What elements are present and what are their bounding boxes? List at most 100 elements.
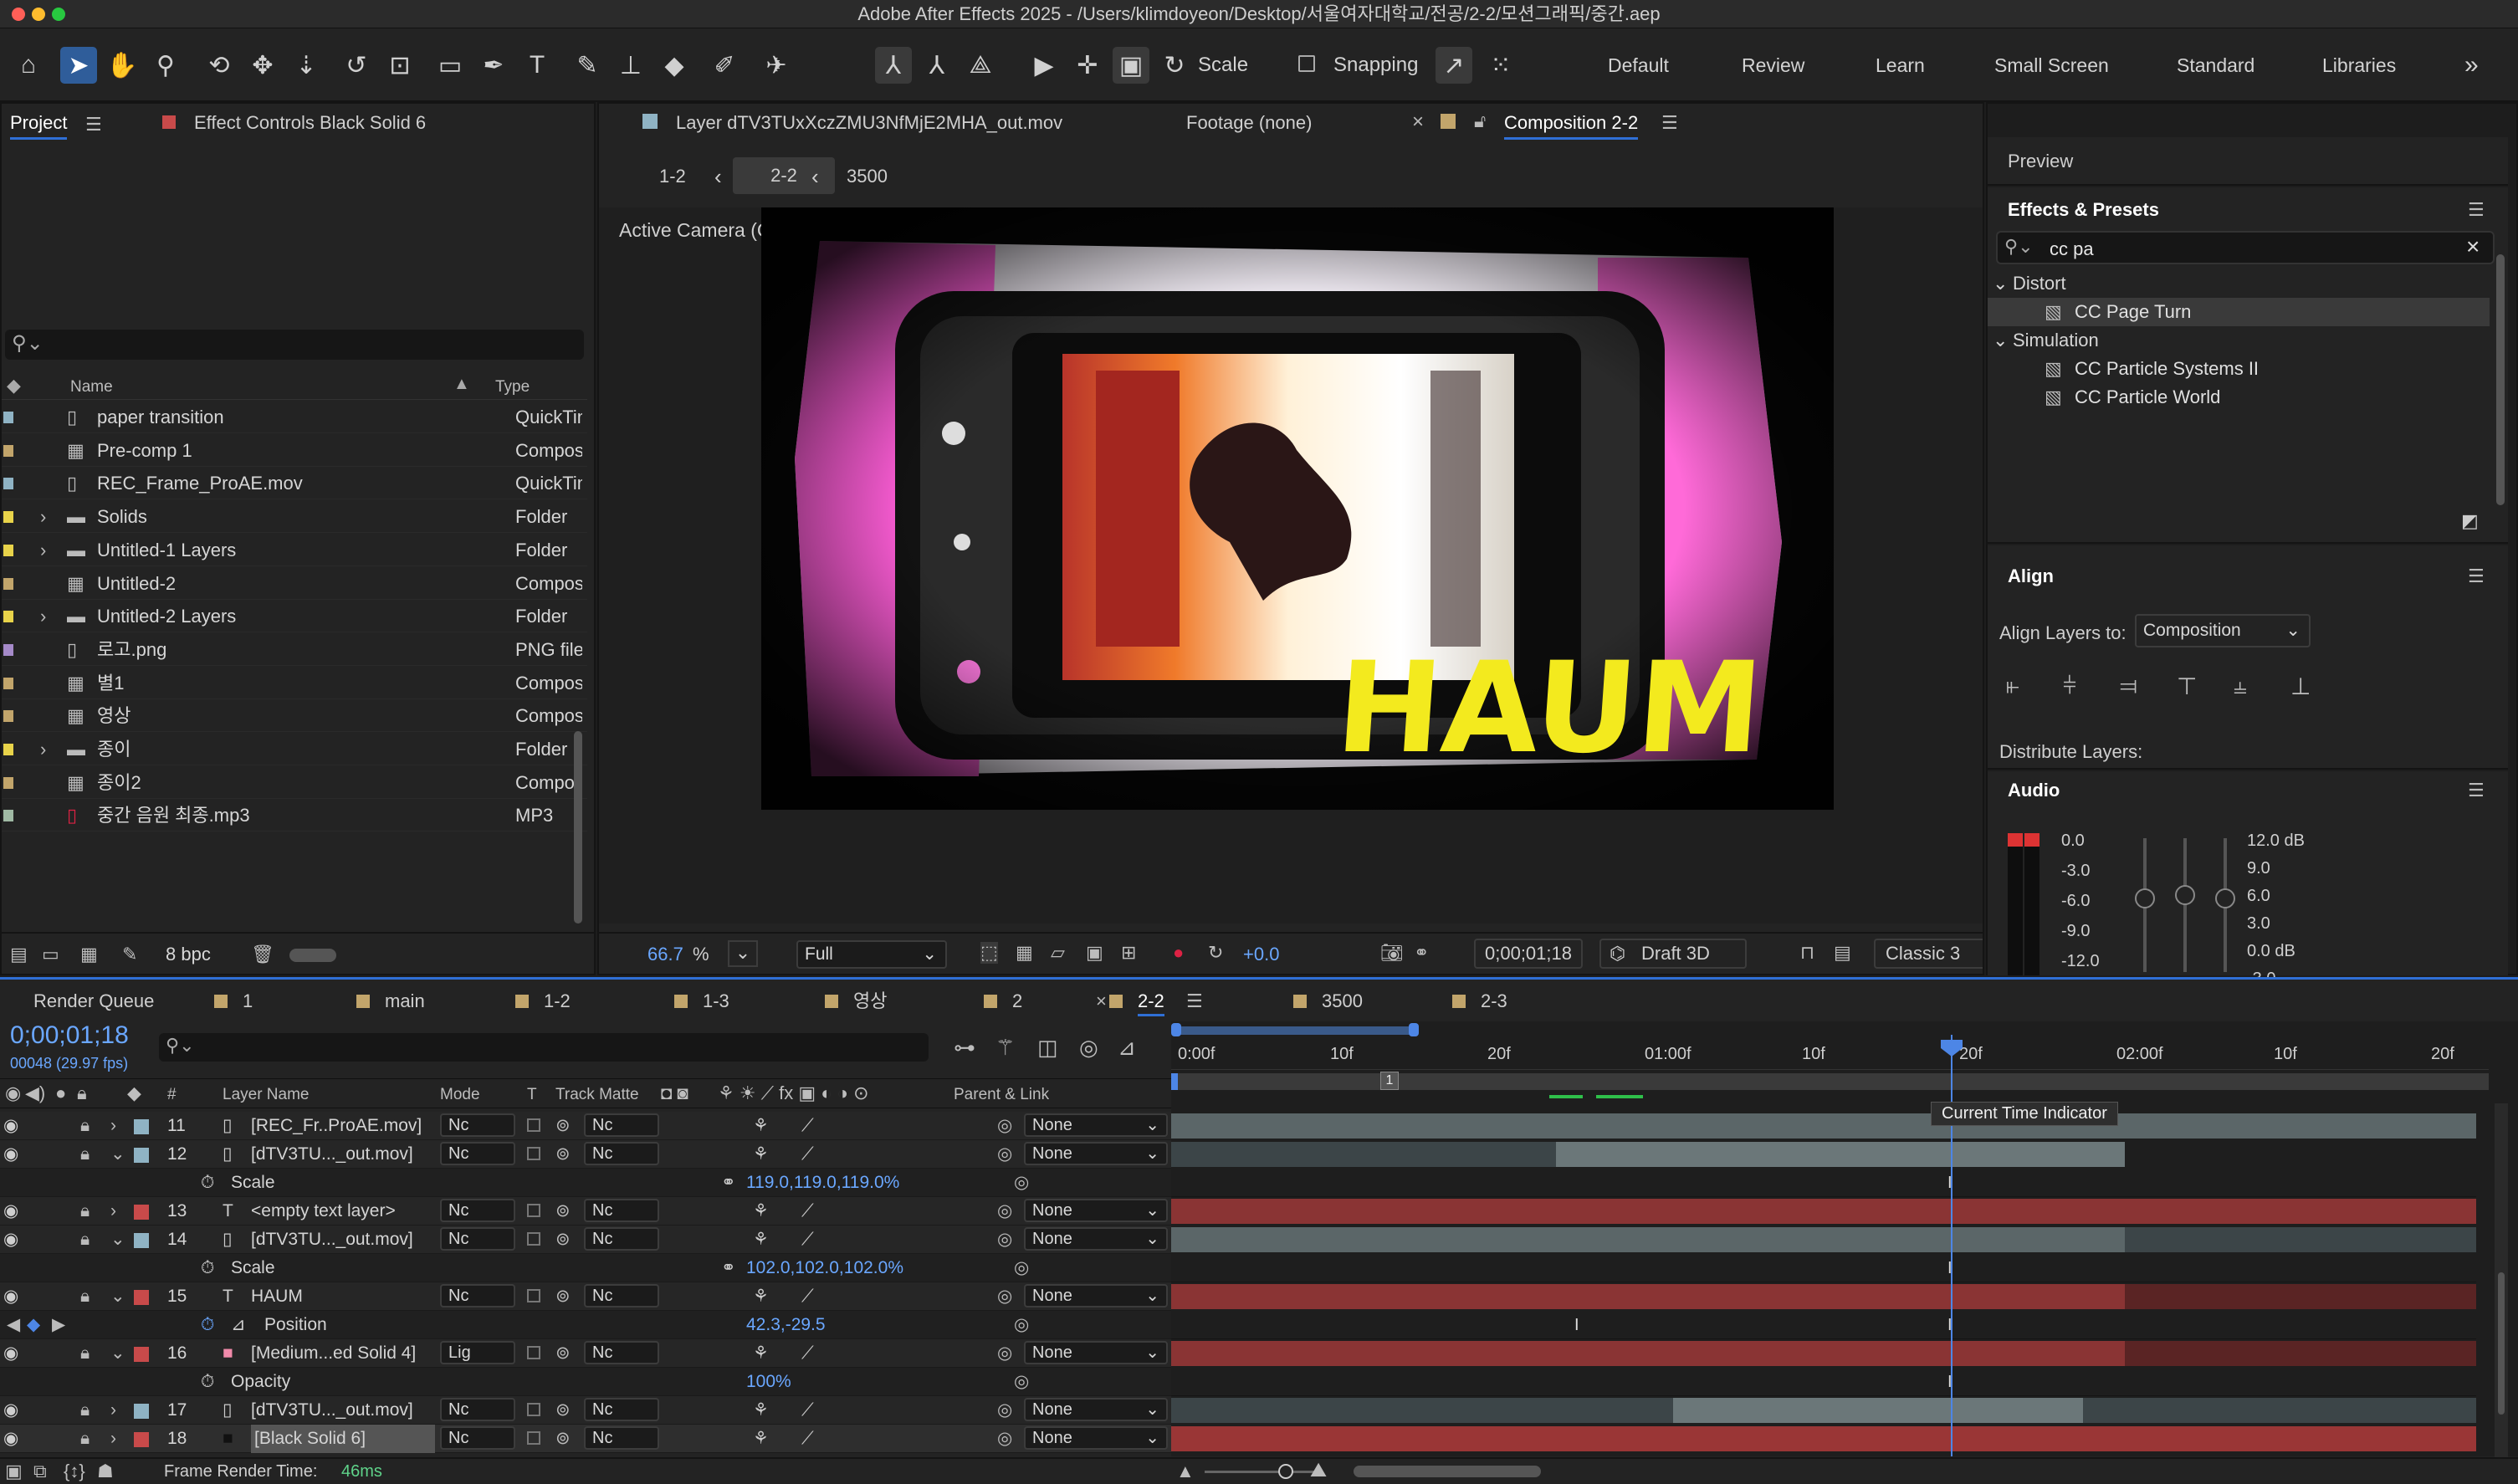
lock-icon[interactable]: 🔒︎: [80, 1282, 90, 1311]
parent-dropdown[interactable]: None ⌄: [1024, 1398, 1168, 1421]
constrain-proportions-icon[interactable]: ⚭: [721, 1254, 736, 1282]
pick-whip-icon[interactable]: ◎: [997, 1282, 1012, 1311]
draft-3d-toggle-icon[interactable]: ⚚: [995, 1035, 1015, 1061]
lock-icon[interactable]: 🔒︎: [80, 1140, 90, 1169]
layer-duration-bar[interactable]: [2125, 1341, 2476, 1366]
tab-3[interactable]: 1-2: [515, 986, 571, 1016]
layer-duration-bar[interactable]: [1171, 1284, 2125, 1309]
list-item[interactable]: ▦ 종이2 Compos: [2, 767, 587, 799]
track-matte-dropdown[interactable]: Nc: [584, 1398, 659, 1421]
trash-icon[interactable]: 🗑: [251, 944, 274, 965]
preserve-transparency-checkbox[interactable]: [527, 1147, 540, 1160]
move-gizmo-icon[interactable]: ▶: [1026, 47, 1062, 84]
zoom-tool-icon[interactable]: ⚲: [147, 47, 184, 84]
track-matte-link-icon[interactable]: ⊚: [555, 1425, 571, 1453]
property-value[interactable]: 102.0,102.0,102.0%: [746, 1254, 903, 1282]
close-window-button[interactable]: [12, 8, 25, 21]
zoom-dropdown-icon[interactable]: ⌄: [728, 940, 758, 967]
layer-label-color[interactable]: [134, 1148, 149, 1163]
mode-dropdown[interactable]: Nc: [440, 1142, 515, 1165]
viewer-timecode[interactable]: 0;00;01;18: [1474, 939, 1583, 969]
timeline-h-scrollbar[interactable]: [1354, 1466, 1541, 1477]
project-scrollbar[interactable]: [574, 731, 582, 924]
layer-name[interactable]: [dTV3TU..._out.mov]: [251, 1396, 435, 1425]
scale-label[interactable]: Scale: [1198, 49, 1248, 82]
video-eye-icon[interactable]: ◉: [3, 1140, 18, 1169]
panel-menu-icon[interactable]: ☰: [1661, 112, 1678, 134]
layer-row[interactable]: ◉ 🔒︎ › 13 T <empty text layer> Nc ⊚ Nc ⚘ ⟋ ◎ None ⌄: [0, 1197, 1171, 1226]
pick-whip-icon[interactable]: ◎: [997, 1140, 1012, 1169]
puppet-pin-icon[interactable]: ✈: [758, 47, 795, 84]
new-composition-icon[interactable]: ▦: [80, 944, 98, 965]
list-item[interactable]: ▦ 별1 Compos: [2, 668, 587, 699]
audio-slider-right[interactable]: [2215, 888, 2235, 908]
list-item[interactable]: ▯ 로고.png PNG file: [2, 634, 587, 666]
quality-switch-icon[interactable]: ⟋: [801, 1396, 814, 1425]
breadcrumb-3500[interactable]: 3500: [847, 166, 888, 187]
panel-menu-icon[interactable]: ☰: [85, 114, 102, 136]
snapshot-icon[interactable]: 📷︎: [1380, 942, 1404, 964]
label-color-swatch[interactable]: [3, 444, 13, 457]
channel-icon[interactable]: ●: [1173, 942, 1184, 964]
layer-label-color[interactable]: [134, 1290, 149, 1305]
workspace-standard[interactable]: Standard: [2177, 49, 2254, 82]
quality-switch-icon[interactable]: ⟋: [801, 1226, 814, 1254]
graph-icon[interactable]: ⊿: [231, 1311, 246, 1339]
tab-effect-controls[interactable]: Effect Controls Black Solid 6: [194, 112, 426, 134]
roto-brush-icon[interactable]: ✐: [706, 47, 743, 84]
track-matte-link-icon[interactable]: ⊚: [555, 1112, 571, 1140]
label-color-swatch[interactable]: [3, 710, 13, 723]
chevron-right-icon[interactable]: ›: [40, 734, 46, 765]
parent-dropdown[interactable]: None ⌄: [1024, 1341, 1168, 1364]
lock-icon[interactable]: 🔒︎: [80, 1339, 90, 1368]
chevron-right-icon[interactable]: ›: [110, 1396, 116, 1425]
zoom-window-button[interactable]: [52, 8, 65, 21]
expression-pick-whip-icon[interactable]: ◎: [1014, 1368, 1029, 1396]
lock-switch-icon[interactable]: 🔒︎: [77, 1082, 87, 1104]
next-keyframe-icon[interactable]: ▶: [52, 1311, 65, 1339]
list-item[interactable]: ▯ REC_Frame_ProAE.mov QuickTim: [2, 468, 587, 500]
keyframe[interactable]: I: [1574, 1316, 1586, 1334]
layer-duration-bar[interactable]: [2125, 1284, 2476, 1309]
track-matte-dropdown[interactable]: Nc: [584, 1199, 659, 1222]
property-row[interactable]: ◀ ◆ ▶ ⏱ ⊿ Position 42.3,-29.5 ◎: [0, 1311, 1171, 1339]
property-row[interactable]: ⏱ Scale ⚭ 119.0,119.0,119.0% ◎: [0, 1169, 1171, 1197]
close-tab-icon[interactable]: ×: [1096, 986, 1107, 1016]
shy-switch-icon[interactable]: ⚘: [753, 1140, 769, 1169]
interpret-footage-icon[interactable]: ▤: [10, 944, 28, 965]
mode-dropdown[interactable]: Nc: [440, 1227, 515, 1251]
quality-switch-icon[interactable]: ⟋: [801, 1140, 814, 1169]
close-tab-icon[interactable]: ×: [1412, 110, 1424, 134]
zoom-out-icon[interactable]: ▲: [1176, 1461, 1195, 1482]
col-name[interactable]: Name: [70, 378, 113, 397]
panel-menu-icon[interactable]: ☰: [2468, 780, 2485, 801]
label-column-icon[interactable]: ◆: [7, 375, 21, 397]
pen-tool-icon[interactable]: ✒: [475, 47, 512, 84]
lock-icon[interactable]: 🔒︎: [80, 1396, 90, 1425]
layer-duration-bar[interactable]: [1171, 1142, 1556, 1167]
tab-2[interactable]: main: [356, 986, 425, 1016]
pick-whip-icon[interactable]: ◎: [997, 1112, 1012, 1140]
align-vcenter-icon[interactable]: ⫨: [2234, 673, 2247, 700]
stopwatch-icon[interactable]: ⏱: [201, 1368, 214, 1396]
renderer-dropdown[interactable]: Classic 3: [1874, 939, 1983, 969]
workspace-review[interactable]: Review: [1742, 49, 1804, 82]
clear-search-icon[interactable]: ×: [2466, 233, 2480, 260]
track-matte-dropdown[interactable]: Nc: [584, 1113, 659, 1137]
snapping-checkbox[interactable]: [1298, 55, 1315, 76]
orbit-camera-icon[interactable]: ⟲: [201, 47, 238, 84]
label-color-swatch[interactable]: [3, 643, 13, 656]
work-area-bar[interactable]: 1: [1171, 1072, 2489, 1090]
quality-switch-icon[interactable]: ⟋: [801, 1112, 814, 1140]
list-item[interactable]: ▯ paper transition QuickTim: [2, 402, 587, 433]
label-color-swatch[interactable]: [3, 577, 13, 590]
keyframe[interactable]: I: [1947, 1174, 1959, 1192]
chevron-down-icon[interactable]: ⌄: [110, 1339, 125, 1368]
scale-gizmo-icon[interactable]: ▣: [1113, 47, 1149, 84]
panel-menu-icon[interactable]: ☰: [1186, 986, 1203, 1016]
label-color-swatch[interactable]: [3, 776, 13, 789]
tab-1[interactable]: 1: [214, 986, 253, 1016]
layer-label-color[interactable]: [134, 1205, 149, 1220]
track-matte-link-icon[interactable]: ⊚: [555, 1197, 571, 1226]
fast-preview-icon[interactable]: ⬚: [980, 942, 998, 964]
